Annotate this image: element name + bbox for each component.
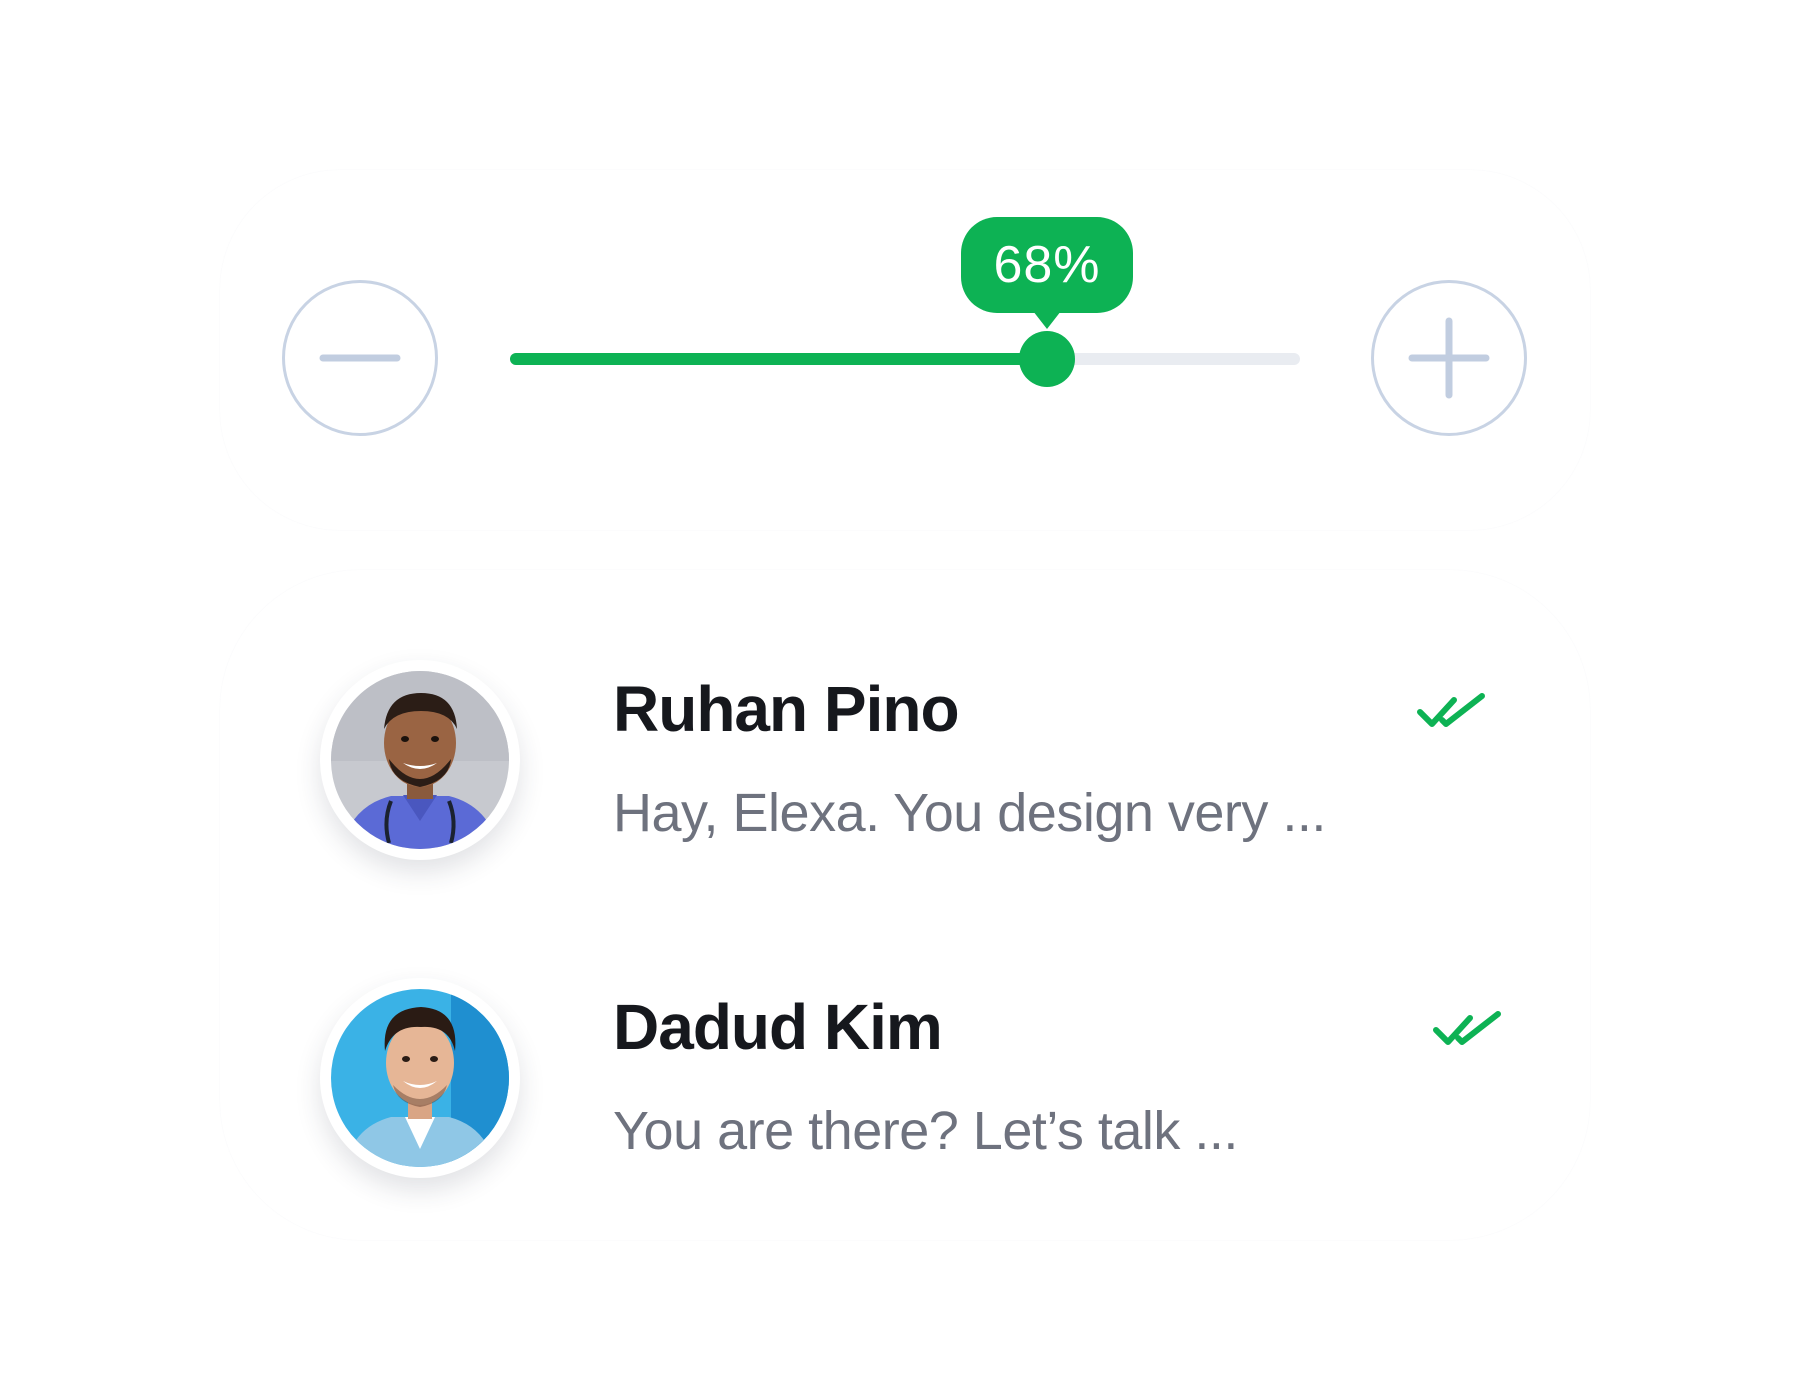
chat-name: Dadud Kim	[613, 991, 943, 1063]
slider-card: 68%	[220, 170, 1590, 530]
plus-icon	[1408, 317, 1490, 399]
avatar	[320, 660, 520, 860]
chat-preview: Hay, Elexa. You design very ...	[613, 783, 1326, 843]
chat-item-dadud-kim[interactable]: Dadud Kim You are there? Let’s talk ...	[220, 978, 1590, 1178]
minus-icon	[319, 354, 401, 362]
chat-item-ruhan-pino[interactable]: Ruhan Pino Hay, Elexa. You design very .…	[220, 660, 1590, 860]
stage: 68% Ruhan Pino Hay, Elexa. You design ve…	[0, 0, 1800, 1400]
slider-thumb[interactable]	[1019, 331, 1075, 387]
slider-track[interactable]: 68%	[510, 217, 1300, 387]
avatar	[320, 978, 520, 1178]
decrease-button[interactable]	[282, 280, 438, 436]
slider-value-tooltip: 68%	[961, 217, 1133, 329]
avatar-photo-dadud	[331, 989, 509, 1167]
slider-fill	[510, 353, 1047, 365]
chat-preview: You are there? Let’s talk ...	[613, 1101, 1238, 1161]
chat-list: Ruhan Pino Hay, Elexa. You design very .…	[220, 570, 1590, 1240]
double-check-icon	[1417, 693, 1485, 727]
increase-button[interactable]	[1371, 280, 1527, 436]
avatar-photo-ruhan	[331, 671, 509, 849]
double-check-icon	[1433, 1011, 1501, 1045]
chat-name: Ruhan Pino	[613, 673, 960, 745]
